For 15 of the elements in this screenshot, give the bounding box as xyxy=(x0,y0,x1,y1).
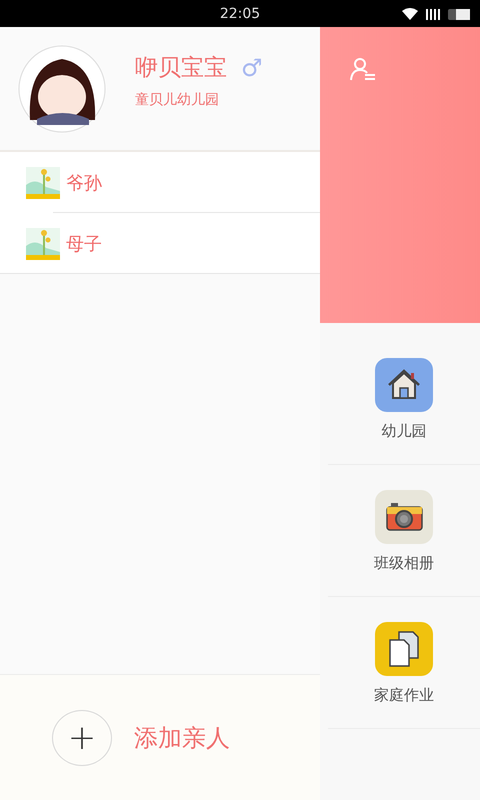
user-list-icon[interactable] xyxy=(350,57,376,81)
clock-time: 22:05 xyxy=(220,6,260,22)
camera-icon xyxy=(375,490,433,544)
wifi-icon xyxy=(402,8,418,20)
battery-icon xyxy=(448,8,470,20)
house-icon xyxy=(375,358,433,412)
gender-symbol: ♂ xyxy=(241,54,263,82)
add-button[interactable]: + xyxy=(52,710,112,766)
signal-icon xyxy=(426,8,440,20)
feature-item[interactable]: 家庭作业 xyxy=(328,597,480,729)
school-name: 童贝儿幼儿园 xyxy=(135,91,220,109)
documents-icon xyxy=(375,622,433,676)
feature-item[interactable]: 幼儿园 xyxy=(328,333,480,465)
feature-item[interactable]: 班级相册 xyxy=(328,465,480,597)
profile-name: 咿贝宝宝 xyxy=(135,54,227,83)
